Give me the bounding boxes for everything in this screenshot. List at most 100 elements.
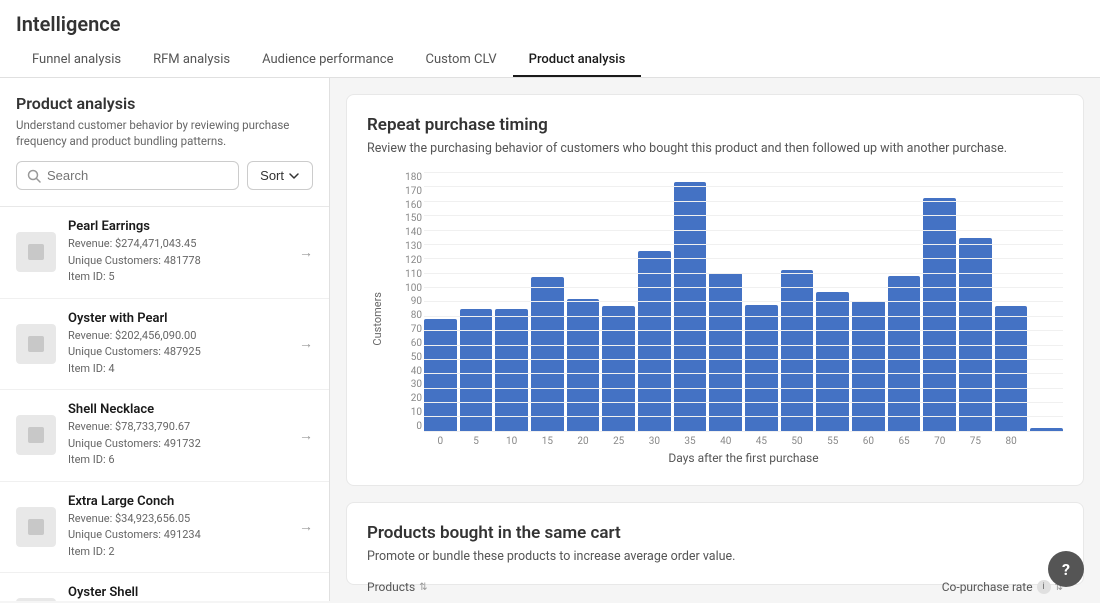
products-column-header: Products ⇅ [367, 580, 428, 594]
products-sort-icon[interactable]: ⇅ [419, 582, 427, 593]
x-tick: 55 [816, 436, 849, 447]
y-tick: 140 [392, 227, 422, 238]
list-item[interactable]: Oyster with Pearl Revenue: $202,456,090.… [0, 299, 329, 391]
x-tick: 75 [959, 436, 992, 447]
co-purchase-column-header: Co-purchase rate i ⇅ [942, 580, 1063, 594]
sort-button[interactable]: Sort [247, 161, 313, 190]
x-tick: 40 [709, 436, 742, 447]
x-tick: 30 [638, 436, 671, 447]
list-item[interactable]: Shell Necklace Revenue: $78,733,790.67 U… [0, 390, 329, 482]
chart-bar[interactable] [923, 198, 956, 432]
search-icon [27, 169, 41, 183]
product-name: Oyster with Pearl [68, 311, 287, 326]
app-title: Intelligence [16, 12, 1084, 36]
x-axis-title: Days after the first purchase [392, 451, 1063, 465]
sidebar-header: Product analysis Understand customer beh… [0, 78, 329, 207]
chart-bar[interactable] [1030, 428, 1063, 432]
chart-bar[interactable] [567, 299, 600, 432]
y-axis-label: Customers [367, 292, 384, 346]
x-tick: 0 [424, 436, 457, 447]
product-item-id: Item ID: 4 [68, 361, 287, 378]
chart-bar[interactable] [602, 306, 635, 432]
chart-bar[interactable] [495, 309, 528, 432]
product-info: Oyster Shell Revenue: $14,765,965.00 Uni… [68, 585, 287, 601]
chart-description: Review the purchasing behavior of custom… [367, 141, 1063, 156]
chart-bar[interactable] [638, 251, 671, 432]
help-button[interactable]: ? [1048, 551, 1084, 587]
arrow-icon: → [299, 427, 313, 444]
product-item-id: Item ID: 2 [68, 544, 287, 561]
y-tick: 160 [392, 200, 422, 211]
y-tick: 180 [392, 172, 422, 183]
nav-tabs: Funnel analysisRFM analysisAudience perf… [16, 44, 1084, 77]
y-tick: 20 [392, 393, 422, 404]
chart-bar[interactable] [745, 305, 778, 432]
product-info: Extra Large Conch Revenue: $34,923,656.0… [68, 494, 287, 561]
product-thumbnail [16, 232, 56, 272]
nav-tab-product[interactable]: Product analysis [513, 44, 642, 77]
bars-container: 0102030405060708090100110120130140150160… [392, 172, 1063, 432]
product-info: Shell Necklace Revenue: $78,733,790.67 U… [68, 402, 287, 469]
x-tick: 65 [888, 436, 921, 447]
same-cart-card: Products bought in the same cart Promote… [346, 502, 1084, 585]
chart-title: Repeat purchase timing [367, 115, 1063, 135]
chart-bar[interactable] [460, 309, 493, 432]
chart-bar[interactable] [674, 182, 707, 432]
product-name: Oyster Shell [68, 585, 287, 600]
nav-tab-clv[interactable]: Custom CLV [410, 44, 513, 77]
list-item[interactable]: Oyster Shell Revenue: $14,765,965.00 Uni… [0, 573, 329, 601]
product-revenue: Revenue: $274,471,043.45 [68, 236, 287, 253]
product-name: Pearl Earrings [68, 219, 287, 234]
y-tick: 130 [392, 241, 422, 252]
chart-bar[interactable] [816, 292, 849, 432]
bottom-card-title: Products bought in the same cart [367, 523, 1063, 543]
product-info: Oyster with Pearl Revenue: $202,456,090.… [68, 311, 287, 378]
product-item-id: Item ID: 6 [68, 452, 287, 469]
product-info: Pearl Earrings Revenue: $274,471,043.45 … [68, 219, 287, 286]
x-tick: 15 [531, 436, 564, 447]
product-item-id: Item ID: 5 [68, 269, 287, 286]
info-icon[interactable]: i [1037, 580, 1051, 594]
product-icon [24, 332, 48, 356]
chart-bar[interactable] [531, 277, 564, 432]
product-thumbnail [16, 507, 56, 547]
product-customers: Unique Customers: 491234 [68, 527, 287, 544]
product-revenue: Revenue: $34,923,656.05 [68, 511, 287, 528]
y-tick: 100 [392, 283, 422, 294]
content-area: Repeat purchase timing Review the purcha… [330, 78, 1100, 601]
chart-bar[interactable] [959, 238, 992, 432]
x-tick: 70 [923, 436, 956, 447]
x-tick: 20 [567, 436, 600, 447]
y-tick: 90 [392, 296, 422, 307]
chart-bar[interactable] [781, 270, 814, 432]
search-input[interactable] [47, 168, 228, 183]
nav-tab-audience[interactable]: Audience performance [246, 44, 409, 77]
repeat-purchase-card: Repeat purchase timing Review the purcha… [346, 94, 1084, 486]
list-item[interactable]: Extra Large Conch Revenue: $34,923,656.0… [0, 482, 329, 574]
bottom-card-header: Products ⇅ Co-purchase rate i ⇅ [367, 580, 1063, 594]
x-axis-labels: 05101520253035404550556065707580 [392, 436, 1063, 447]
product-revenue: Revenue: $78,733,790.67 [68, 419, 287, 436]
list-item[interactable]: Pearl Earrings Revenue: $274,471,043.45 … [0, 207, 329, 299]
nav-tab-funnel[interactable]: Funnel analysis [16, 44, 137, 77]
product-name: Extra Large Conch [68, 494, 287, 509]
nav-tab-rfm[interactable]: RFM analysis [137, 44, 246, 77]
bars-inner [424, 172, 1063, 432]
arrow-icon: → [299, 335, 313, 352]
x-tick [1030, 436, 1063, 447]
chart-bar[interactable] [709, 273, 742, 432]
product-revenue: Revenue: $202,456,090.00 [68, 328, 287, 345]
chart-bar[interactable] [995, 306, 1028, 432]
chart-bar[interactable] [424, 319, 457, 432]
chart-bar[interactable] [852, 301, 885, 432]
arrow-icon: → [299, 244, 313, 261]
bottom-card-description: Promote or bundle these products to incr… [367, 549, 1063, 564]
x-tick: 80 [995, 436, 1028, 447]
product-thumbnail [16, 598, 56, 601]
y-tick: 0 [392, 421, 422, 432]
x-tick: 60 [852, 436, 885, 447]
product-icon [24, 423, 48, 447]
y-tick: 60 [392, 338, 422, 349]
product-list: Pearl Earrings Revenue: $274,471,043.45 … [0, 207, 329, 601]
chart-bar[interactable] [888, 276, 921, 432]
